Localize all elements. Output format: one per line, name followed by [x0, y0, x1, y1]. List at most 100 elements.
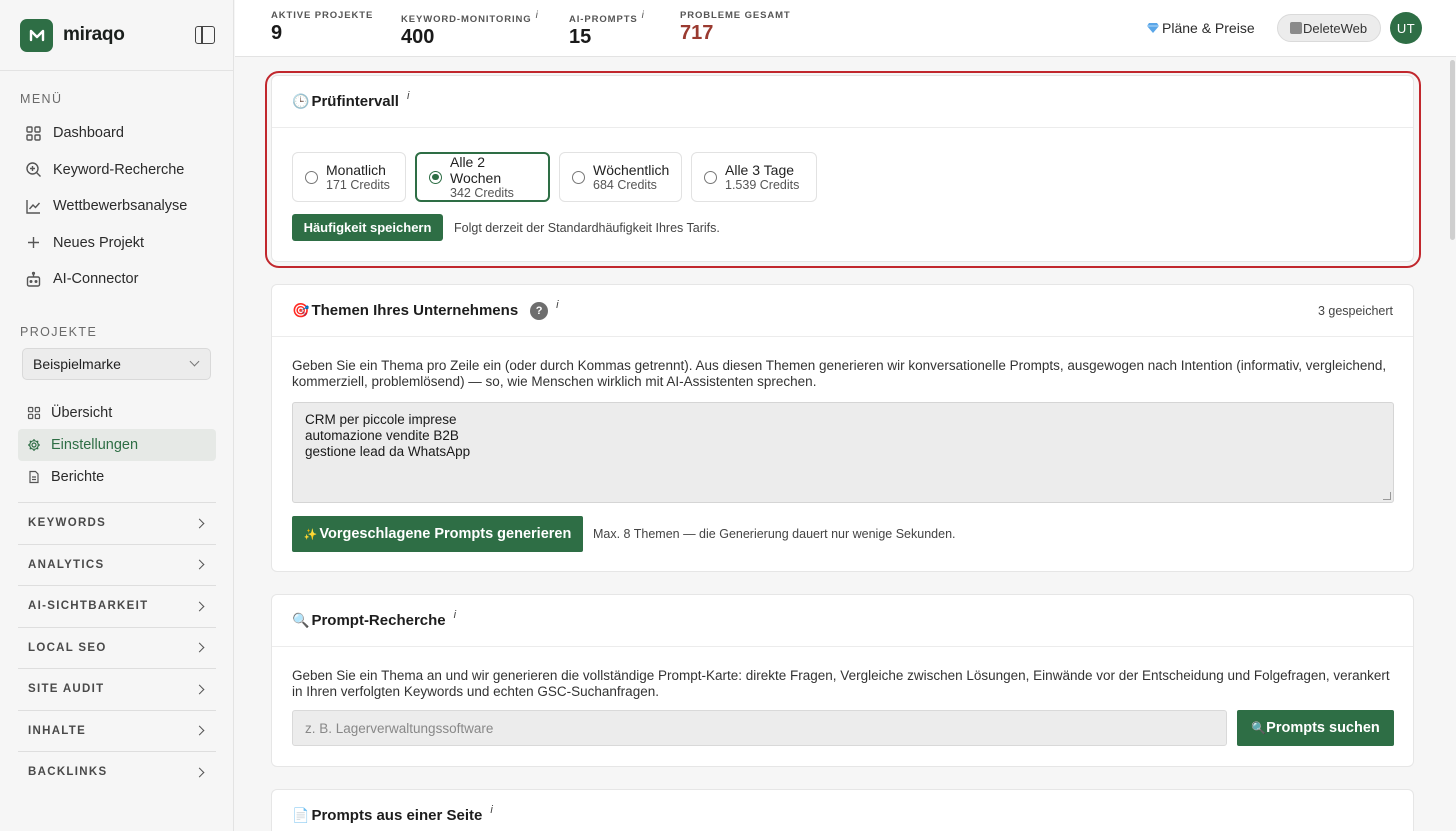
workspace-name: DeleteWeb [1303, 20, 1368, 36]
plans-link[interactable]: Pläne & Preise [1147, 20, 1255, 36]
search-prompts-button[interactable]: 🔍 Prompts suchen [1237, 710, 1394, 746]
nav-item-label: Wettbewerbsanalyse [53, 198, 188, 215]
group-analytics[interactable]: ANALYTICS [18, 543, 216, 586]
plus-icon [25, 234, 42, 251]
stat-label: KEYWORD-MONITORING i [401, 10, 538, 25]
sub-item-label: Einstellungen [51, 437, 139, 453]
group-ai-sichtbarkeit[interactable]: AI-SICHTBARKEIT [18, 585, 216, 627]
search-icon: 🔍 [1251, 721, 1267, 735]
menu-section-label: MENÜ [20, 92, 63, 106]
nav-item-ai-connector[interactable]: AI-Connector [18, 261, 216, 298]
miraqo-logo-icon[interactable] [20, 18, 53, 52]
project-select-value: Beispielmarke [33, 356, 121, 372]
stat-ai-prompts: AI-PROMPTS i 15 [569, 10, 644, 49]
chevron-right-icon [194, 601, 205, 612]
sidebar-toggle-icon[interactable] [195, 26, 215, 44]
sub-item-label: Berichte [51, 469, 105, 485]
research-description: Geben Sie ein Thema an und wir generiere… [292, 668, 1390, 699]
chart-line-icon [25, 198, 42, 215]
grid-icon [25, 125, 42, 142]
nav-item-label: AI-Connector [53, 271, 139, 288]
stat-label: AKTIVE PROJEKTE [271, 10, 374, 21]
research-card: 🔍 Prompt-Recherche i Geben Sie ein Thema… [271, 594, 1414, 767]
group-label: AI-SICHTBARKEIT [28, 600, 149, 613]
topics-note: Max. 8 Themen — die Generierung dauert n… [593, 527, 956, 541]
stat-value: 15 [569, 26, 592, 49]
group-backlinks[interactable]: BACKLINKS [18, 751, 216, 793]
group-inhalte[interactable]: INHALTE [18, 709, 216, 752]
nav-item-wettbewerbsanalyse[interactable]: Wettbewerbsanalyse [18, 188, 216, 225]
robot-icon [25, 271, 42, 288]
nav-item-keyword-recherche[interactable]: Keyword-Recherche [18, 152, 216, 189]
stat-keyword-monitoring: KEYWORD-MONITORING i 400 [401, 10, 538, 49]
nav-item-neues-projekt[interactable]: Neues Projekt [18, 225, 216, 262]
research-title: Prompt-Recherche [311, 612, 446, 629]
stat-value: 9 [271, 22, 283, 44]
topics-card: 🎯 Themen Ihres Unternehmens ? i 3 gespei… [271, 284, 1414, 572]
topics-description: Geben Sie ein Thema pro Zeile ein (oder … [292, 358, 1387, 389]
target-icon: 🎯 [292, 302, 310, 318]
group-site-audit[interactable]: SITE AUDIT [18, 668, 216, 710]
image-icon [1290, 22, 1302, 34]
magnifier-icon: 🔍 [292, 612, 310, 628]
generate-prompts-label: Vorgeschlagene Prompts generieren [319, 526, 572, 542]
sidebar: miraqo MENÜ Dashboard Keyword-Recherche … [0, 0, 234, 831]
stat-label: PROBLEME GESAMT [680, 10, 791, 21]
workspace-chip[interactable]: DeleteWeb [1277, 14, 1382, 42]
search-plus-icon [25, 161, 42, 178]
topic-line: CRM per piccole imprese [305, 412, 457, 427]
avatar[interactable]: UT [1390, 12, 1422, 44]
document-icon [27, 470, 41, 484]
group-label: INHALTE [28, 724, 87, 737]
group-label: ANALYTICS [28, 558, 105, 571]
main-content: 🕒 Prüfintervall i Monatlich 171 Credits A… [235, 57, 1456, 831]
diamond-icon [1147, 23, 1159, 33]
stat-label-text: AI-PROMPTS [569, 14, 638, 26]
chevron-right-icon [194, 684, 205, 695]
nav-item-label: Dashboard [53, 125, 124, 142]
saved-count: 3 gespeichert [1317, 303, 1393, 318]
from-page-card: 📄 Prompts aus einer Seite i [271, 789, 1414, 831]
sparkle-icon: ✨ [303, 528, 318, 541]
sub-item-uebersicht[interactable]: Übersicht [18, 397, 216, 429]
info-icon[interactable]: i [490, 804, 492, 816]
chevron-down-icon [189, 356, 200, 367]
stat-label: AI-PROMPTS i [569, 10, 644, 25]
info-icon[interactable]: i [454, 609, 456, 621]
project-select[interactable]: Beispielmarke [22, 348, 211, 380]
topics-textarea[interactable]: CRM per piccole imprese automazione vend… [292, 402, 1394, 503]
resize-handle-icon[interactable] [1383, 492, 1391, 500]
group-label: SITE AUDIT [28, 683, 105, 696]
stat-value: 717 [680, 22, 714, 44]
topic-search-input[interactable]: z. B. Lagerverwaltungssoftware [292, 710, 1227, 746]
page-icon: 📄 [292, 807, 310, 823]
stat-active-projects: AKTIVE PROJEKTE 9 [271, 10, 373, 45]
topbar: AKTIVE PROJEKTE 9 KEYWORD-MONITORING i 40… [235, 0, 1456, 57]
nav-groups: KEYWORDS ANALYTICS AI-SICHTBARKEIT LOCAL… [18, 502, 216, 793]
group-local-seo[interactable]: LOCAL SEO [18, 626, 216, 669]
project-nav: Übersicht Einstellungen Berichte [18, 397, 216, 493]
chevron-right-icon [194, 642, 205, 653]
brand-name: miraqo [63, 24, 125, 45]
sub-item-berichte[interactable]: Berichte [18, 461, 216, 493]
research-card-header: 🔍 Prompt-Recherche i [272, 595, 1413, 647]
generate-prompts-button[interactable]: ✨ Vorgeschlagene Prompts generieren [292, 516, 583, 552]
sub-item-einstellungen[interactable]: Einstellungen [18, 429, 216, 461]
sub-item-label: Übersicht [51, 405, 113, 421]
group-keywords[interactable]: KEYWORDS [18, 502, 216, 544]
nav-item-dashboard[interactable]: Dashboard [18, 115, 216, 152]
group-label: KEYWORDS [28, 517, 107, 530]
highlight-outline [265, 71, 1421, 268]
chevron-right-icon [194, 518, 205, 529]
topics-card-header: 🎯 Themen Ihres Unternehmens ? i 3 gespei… [272, 285, 1413, 337]
info-icon[interactable]: i [536, 10, 538, 21]
scrollbar-thumb[interactable] [1450, 60, 1455, 240]
chevron-right-icon [194, 767, 205, 778]
info-icon[interactable]: i [642, 10, 644, 21]
help-icon[interactable]: ? [530, 301, 549, 320]
stat-problems-total: PROBLEME GESAMT 717 [680, 10, 791, 45]
nav-item-label: Keyword-Recherche [53, 161, 185, 178]
from-page-title: Prompts aus einer Seite [311, 807, 483, 824]
grid-icon [27, 406, 41, 420]
info-icon[interactable]: i [556, 299, 558, 311]
